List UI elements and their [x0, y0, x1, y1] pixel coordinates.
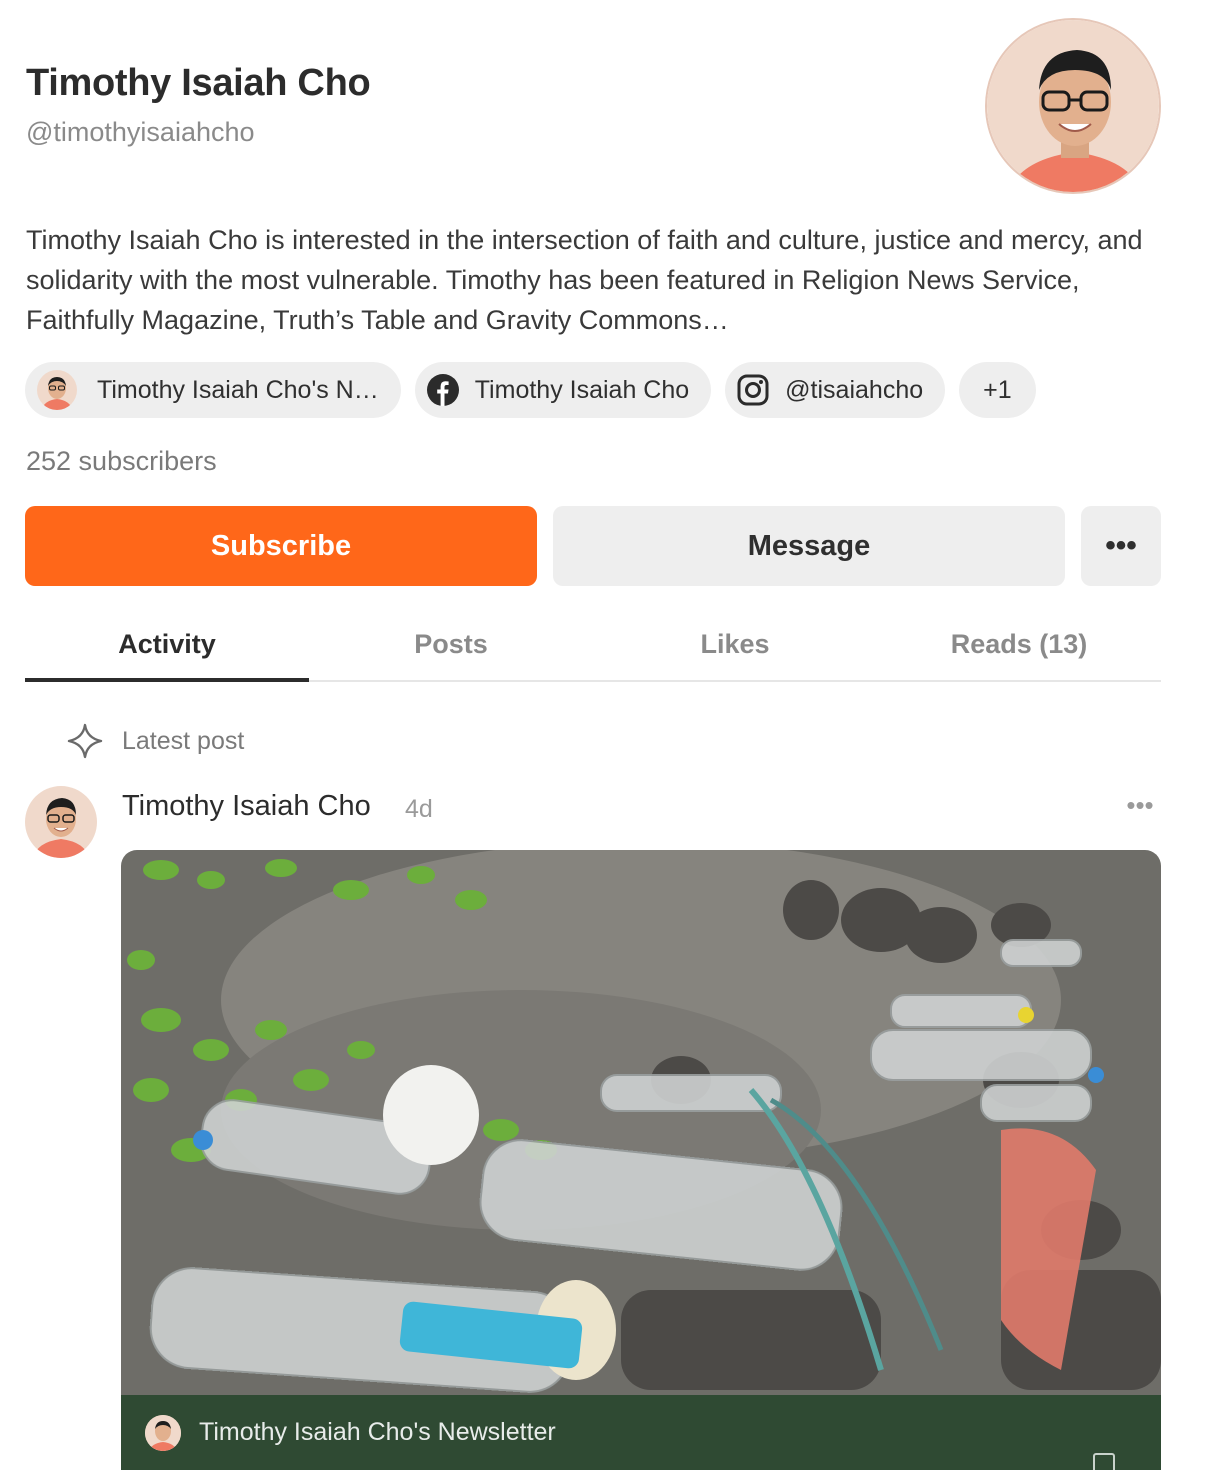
chip-facebook-label: Timothy Isaiah Cho — [474, 375, 690, 404]
profile-handle: @timothyisaiahcho — [26, 117, 255, 147]
tab-likes[interactable]: Likes — [593, 610, 877, 680]
chip-instagram[interactable]: @tisaiahcho — [725, 362, 946, 418]
tab-reads[interactable]: Reads (13) — [877, 610, 1161, 680]
message-button[interactable]: Message — [553, 506, 1065, 586]
post-more-button[interactable]: ••• — [1120, 790, 1160, 820]
tab-posts[interactable]: Posts — [309, 610, 593, 680]
post-author-name[interactable]: Timothy Isaiah Cho — [122, 790, 371, 823]
latest-post-header: Latest post — [66, 722, 244, 760]
profile-avatar — [985, 18, 1161, 194]
chip-more-label: +1 — [983, 375, 1012, 404]
profile-name: Timothy Isaiah Cho — [26, 62, 371, 104]
post-author-avatar[interactable] — [25, 786, 97, 858]
chip-more-links[interactable]: +1 — [959, 362, 1036, 418]
newsletter-avatar — [37, 370, 77, 410]
subscribe-button[interactable]: Subscribe — [25, 506, 537, 586]
profile-tabs: Activity Posts Likes Reads (13) — [25, 610, 1161, 682]
latest-post-label: Latest post — [122, 726, 245, 755]
facebook-icon — [426, 374, 459, 406]
publication-avatar — [145, 1414, 181, 1451]
profile-bio: Timothy Isaiah Cho is interested in the … — [26, 225, 1143, 335]
publication-name: Timothy Isaiah Cho's Newsletter — [199, 1418, 556, 1446]
instagram-icon — [737, 374, 769, 406]
chip-facebook[interactable]: Timothy Isaiah Cho — [414, 362, 712, 418]
post-image — [121, 850, 1161, 1395]
profile-page: Timothy Isaiah Cho @timothyisaiahcho Tim… — [0, 0, 1212, 1470]
more-options-button[interactable]: ••• — [1081, 506, 1161, 586]
sparkle-icon — [67, 723, 103, 759]
tab-activity[interactable]: Activity — [25, 610, 309, 682]
subscriber-count: 252 subscribers — [26, 446, 217, 476]
post-card[interactable]: Timothy Isaiah Cho's Newsletter — [121, 850, 1161, 1470]
bookmark-icon[interactable] — [1093, 1453, 1115, 1470]
post-publication-bar[interactable]: Timothy Isaiah Cho's Newsletter — [121, 1395, 1161, 1470]
chip-newsletter-label: Timothy Isaiah Cho's N… — [97, 375, 379, 404]
chip-instagram-label: @tisaiahcho — [785, 375, 924, 404]
avatar-photo — [987, 20, 1159, 192]
chip-newsletter[interactable]: Timothy Isaiah Cho's N… — [25, 362, 401, 418]
social-links: Timothy Isaiah Cho's N… Timothy Isaiah C… — [25, 362, 1036, 418]
post-timestamp: 4d — [405, 795, 433, 823]
